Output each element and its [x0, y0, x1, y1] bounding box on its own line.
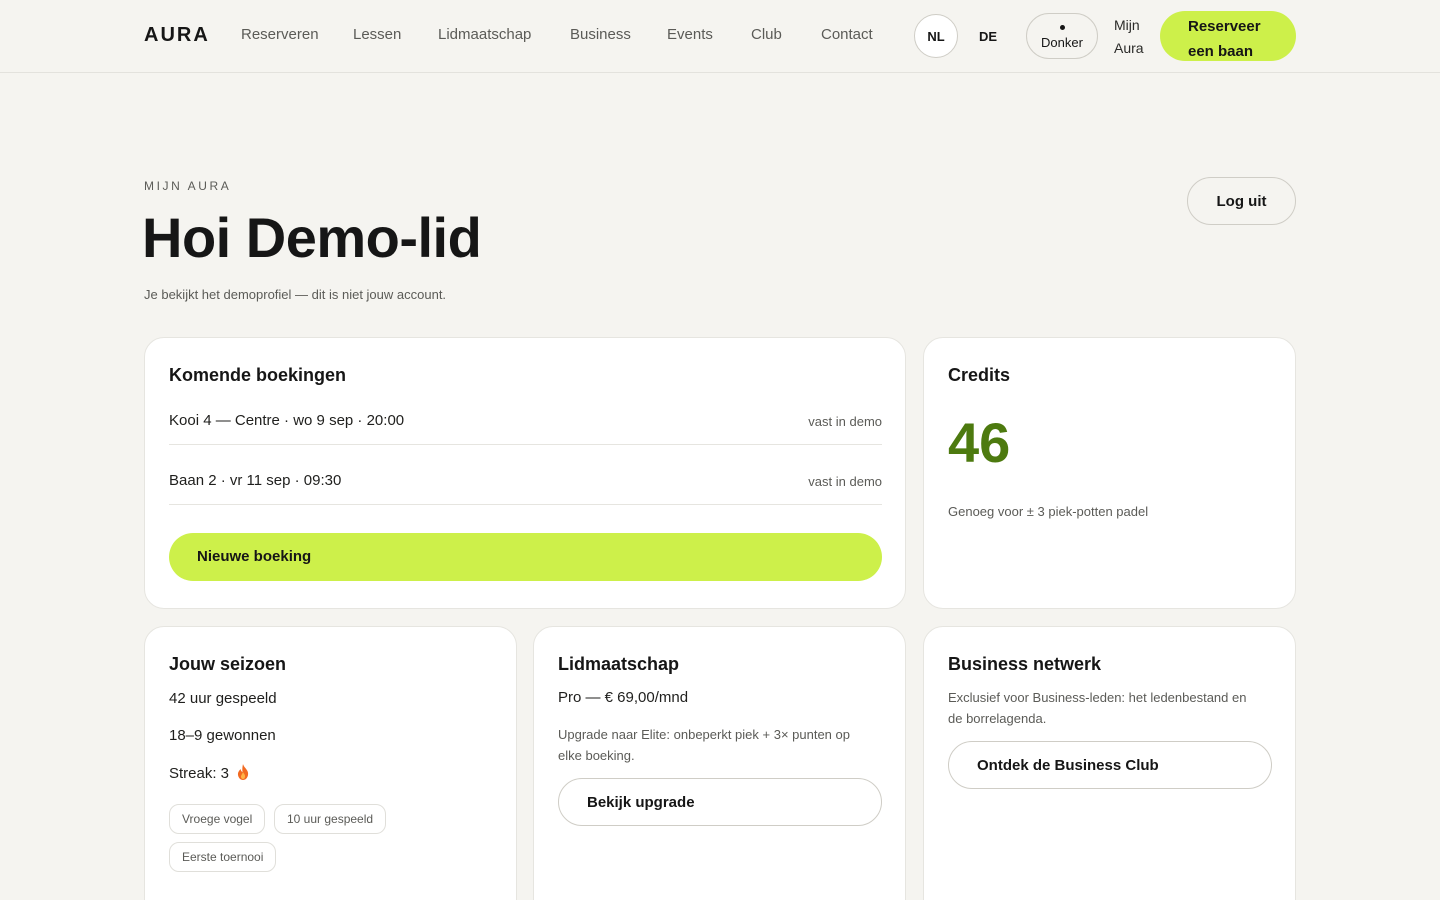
bookings-title: Komende boekingen	[169, 365, 347, 385]
business-description-line1: Exclusief voor Business-leden: het leden…	[948, 690, 1247, 705]
credits-value: 46	[948, 411, 1011, 474]
hours-played-stat: 42 uur gespeeld	[169, 690, 277, 707]
season-card: Jouw seizoen 42 uur gespeeld 18–9 gewonn…	[144, 626, 517, 900]
booking-tag: vast in demo	[808, 474, 882, 489]
upgrade-description-line1: Upgrade naar Elite: onbeperkt piek + 3× …	[558, 727, 850, 742]
membership-card: Lidmaatschap Pro — € 69,00/mnd Upgrade n…	[533, 626, 906, 900]
credits-note: Genoeg voor ± 3 piek-potten padel	[948, 504, 1149, 519]
discover-business-club-button[interactable]: Ontdek de Business Club	[948, 741, 1272, 789]
booking-details: Baan 2 · vr 11 sep · 09:30	[169, 472, 342, 489]
top-header: AURA Reserveren Lessen Lidmaatschap Busi…	[0, 0, 1440, 73]
page-title: Hoi Demo-lid	[142, 206, 482, 269]
reserve-court-label-line1: Reserveer	[1188, 18, 1261, 35]
booking-details: Kooi 4 — Centre · wo 9 sep · 20:00	[169, 412, 405, 429]
nav-contact[interactable]: Contact	[821, 26, 873, 43]
brand-logo[interactable]: AURA	[144, 24, 210, 47]
business-title: Business netwerk	[948, 654, 1102, 674]
upgrade-description-line2: elke boeking.	[558, 748, 635, 763]
credits-card: Credits 46 Genoeg voor ± 3 piek-potten p…	[923, 337, 1296, 609]
streak-stat: Streak: 3	[169, 764, 249, 784]
my-account-link[interactable]: Mijn Aura	[1114, 14, 1144, 60]
upgrade-description: Upgrade naar Elite: onbeperkt piek + 3× …	[558, 724, 850, 766]
logout-button[interactable]: Log uit	[1187, 177, 1296, 225]
my-account-label-line1: Mijn	[1114, 17, 1140, 33]
nav-reserveren[interactable]: Reserveren	[241, 26, 319, 43]
language-nl-button[interactable]: NL	[914, 14, 958, 58]
business-description-line2: de borrelagenda.	[948, 711, 1047, 726]
membership-title: Lidmaatschap	[558, 654, 680, 674]
business-description: Exclusief voor Business-leden: het leden…	[948, 687, 1246, 729]
reserve-court-label-line2: een baan	[1188, 43, 1254, 60]
season-title: Jouw seizoen	[169, 654, 287, 674]
achievement-badge: Eerste toernooi	[169, 842, 277, 872]
booking-row[interactable]: Baan 2 · vr 11 sep · 09:30 vast in demo	[169, 445, 882, 505]
view-upgrade-button[interactable]: Bekijk upgrade	[558, 778, 882, 826]
business-card: Business netwerk Exclusief voor Business…	[923, 626, 1296, 900]
bookings-card: Komende boekingen Kooi 4 — Centre · wo 9…	[144, 337, 906, 609]
new-booking-button[interactable]: Nieuwe boeking	[169, 533, 882, 581]
achievement-badge: Vroege vogel	[169, 804, 266, 834]
reserve-court-button[interactable]: Reserveer een baan	[1160, 11, 1296, 61]
page-eyebrow: MIJN AURA	[144, 179, 232, 193]
streak-label: Streak: 3	[169, 765, 230, 782]
language-de-button[interactable]: DE	[966, 14, 1010, 58]
my-account-label-line2: Aura	[1114, 40, 1144, 56]
booking-tag: vast in demo	[808, 414, 882, 429]
fire-icon	[237, 764, 249, 784]
nav-events[interactable]: Events	[667, 26, 713, 43]
credits-title: Credits	[948, 365, 1011, 385]
win-record-stat: 18–9 gewonnen	[169, 727, 276, 744]
membership-plan: Pro — € 69,00/mnd	[558, 689, 689, 706]
dark-mode-label: Donker	[1041, 35, 1083, 50]
nav-lidmaatschap[interactable]: Lidmaatschap	[438, 26, 531, 43]
nav-business[interactable]: Business	[570, 26, 631, 43]
achievement-badge: 10 uur gespeeld	[274, 804, 387, 834]
dark-mode-toggle[interactable]: Donker	[1026, 13, 1098, 59]
page-subtitle: Je bekijkt het demoprofiel — dit is niet…	[144, 287, 447, 302]
theme-dot-icon	[1059, 25, 1065, 30]
nav-lessen[interactable]: Lessen	[353, 26, 401, 43]
nav-club[interactable]: Club	[751, 26, 782, 43]
booking-row[interactable]: Kooi 4 — Centre · wo 9 sep · 20:00 vast …	[169, 385, 882, 445]
